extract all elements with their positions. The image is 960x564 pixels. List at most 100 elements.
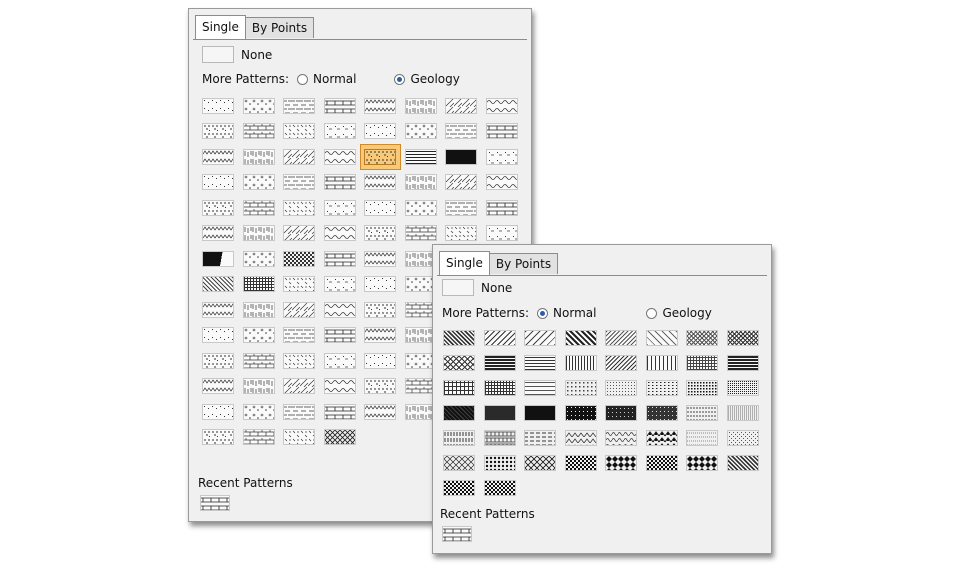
none-swatch[interactable] bbox=[442, 279, 474, 296]
pattern-cell[interactable] bbox=[198, 93, 239, 119]
pattern-cell[interactable] bbox=[279, 348, 320, 374]
pattern-cell[interactable] bbox=[561, 350, 602, 375]
pattern-swatch[interactable] bbox=[202, 199, 235, 216]
pattern-cell[interactable] bbox=[320, 297, 361, 323]
pattern-swatch[interactable] bbox=[483, 329, 516, 346]
pattern-swatch[interactable] bbox=[686, 454, 719, 471]
tab-single[interactable]: Single bbox=[439, 251, 490, 275]
pattern-cell[interactable] bbox=[520, 350, 561, 375]
pattern-swatch[interactable] bbox=[364, 199, 397, 216]
pattern-cell[interactable] bbox=[320, 246, 361, 272]
pattern-swatch[interactable] bbox=[445, 148, 478, 165]
pattern-swatch[interactable] bbox=[202, 123, 235, 140]
pattern-swatch[interactable] bbox=[242, 199, 275, 216]
pattern-swatch[interactable] bbox=[443, 454, 476, 471]
pattern-swatch[interactable] bbox=[445, 123, 478, 140]
pattern-swatch[interactable] bbox=[202, 97, 235, 114]
pattern-swatch[interactable] bbox=[283, 199, 316, 216]
pattern-cell[interactable] bbox=[239, 272, 280, 298]
pattern-cell[interactable] bbox=[439, 400, 480, 425]
pattern-swatch[interactable] bbox=[605, 379, 638, 396]
pattern-cell[interactable] bbox=[439, 475, 480, 500]
tab-by-points[interactable]: By Points bbox=[488, 253, 559, 274]
radio-geology[interactable]: Geology bbox=[394, 72, 460, 86]
pattern-swatch[interactable] bbox=[202, 301, 235, 318]
pattern-cell[interactable] bbox=[601, 375, 642, 400]
pattern-cell[interactable] bbox=[320, 93, 361, 119]
pattern-cell[interactable] bbox=[439, 350, 480, 375]
pattern-cell[interactable] bbox=[279, 221, 320, 247]
radio-normal-circle[interactable] bbox=[537, 307, 549, 319]
pattern-cell[interactable] bbox=[520, 450, 561, 475]
pattern-swatch[interactable] bbox=[323, 352, 356, 369]
pattern-swatch[interactable] bbox=[242, 403, 275, 420]
pattern-swatch[interactable] bbox=[404, 199, 437, 216]
pattern-cell[interactable] bbox=[439, 375, 480, 400]
pattern-cell[interactable] bbox=[239, 399, 280, 425]
radio-normal[interactable]: Normal bbox=[297, 72, 356, 86]
pattern-cell[interactable] bbox=[198, 323, 239, 349]
pattern-cell[interactable] bbox=[198, 272, 239, 298]
pattern-swatch[interactable] bbox=[364, 352, 397, 369]
pattern-cell[interactable] bbox=[279, 246, 320, 272]
pattern-cell[interactable] bbox=[320, 170, 361, 196]
pattern-swatch[interactable] bbox=[645, 404, 678, 421]
pattern-swatch[interactable] bbox=[404, 225, 437, 242]
pattern-cell[interactable] bbox=[198, 195, 239, 221]
pattern-cell[interactable] bbox=[279, 195, 320, 221]
pattern-swatch[interactable] bbox=[686, 379, 719, 396]
pattern-swatch[interactable] bbox=[443, 429, 476, 446]
pattern-cell[interactable] bbox=[320, 374, 361, 400]
pattern-swatch[interactable] bbox=[645, 379, 678, 396]
pattern-cell[interactable] bbox=[561, 325, 602, 350]
pattern-swatch[interactable] bbox=[202, 225, 235, 242]
pattern-swatch[interactable] bbox=[605, 429, 638, 446]
pattern-cell[interactable] bbox=[279, 374, 320, 400]
pattern-cell[interactable] bbox=[482, 195, 523, 221]
pattern-cell[interactable] bbox=[642, 375, 683, 400]
pattern-swatch[interactable] bbox=[242, 276, 275, 293]
pattern-cell[interactable] bbox=[198, 374, 239, 400]
pattern-cell[interactable] bbox=[239, 323, 280, 349]
pattern-cell[interactable] bbox=[439, 450, 480, 475]
pattern-swatch[interactable] bbox=[445, 199, 478, 216]
pattern-cell[interactable] bbox=[198, 425, 239, 451]
pattern-cell[interactable] bbox=[198, 246, 239, 272]
pattern-cell[interactable] bbox=[198, 144, 239, 170]
pattern-cell[interactable] bbox=[360, 144, 401, 170]
pattern-cell[interactable] bbox=[401, 119, 442, 145]
pattern-swatch[interactable] bbox=[404, 174, 437, 191]
pattern-cell[interactable] bbox=[279, 399, 320, 425]
pattern-swatch[interactable] bbox=[726, 329, 759, 346]
pattern-swatch[interactable] bbox=[564, 429, 597, 446]
pattern-swatch[interactable] bbox=[564, 379, 597, 396]
pattern-swatch[interactable] bbox=[404, 123, 437, 140]
pattern-swatch[interactable] bbox=[645, 454, 678, 471]
pattern-cell[interactable] bbox=[601, 425, 642, 450]
none-swatch[interactable] bbox=[202, 46, 234, 63]
pattern-swatch[interactable] bbox=[202, 148, 235, 165]
pattern-cell[interactable] bbox=[279, 272, 320, 298]
pattern-swatch[interactable] bbox=[686, 404, 719, 421]
pattern-swatch[interactable] bbox=[242, 250, 275, 267]
pattern-swatch[interactable] bbox=[283, 429, 316, 446]
pattern-swatch[interactable] bbox=[726, 379, 759, 396]
pattern-cell[interactable] bbox=[642, 450, 683, 475]
recent-pattern-thumbnail[interactable] bbox=[442, 526, 472, 542]
pattern-swatch[interactable] bbox=[364, 301, 397, 318]
pattern-cell[interactable] bbox=[239, 144, 280, 170]
tab-by-points[interactable]: By Points bbox=[244, 17, 315, 38]
pattern-swatch[interactable] bbox=[445, 225, 478, 242]
pattern-swatch[interactable] bbox=[524, 354, 557, 371]
pattern-cell[interactable] bbox=[682, 375, 723, 400]
pattern-cell[interactable] bbox=[360, 170, 401, 196]
pattern-swatch[interactable] bbox=[443, 404, 476, 421]
pattern-cell[interactable] bbox=[520, 425, 561, 450]
pattern-swatch[interactable] bbox=[242, 97, 275, 114]
pattern-swatch[interactable] bbox=[323, 250, 356, 267]
pattern-cell[interactable] bbox=[239, 221, 280, 247]
pattern-cell[interactable] bbox=[480, 450, 521, 475]
pattern-cell[interactable] bbox=[320, 323, 361, 349]
pattern-cell[interactable] bbox=[198, 399, 239, 425]
pattern-cell[interactable] bbox=[239, 297, 280, 323]
